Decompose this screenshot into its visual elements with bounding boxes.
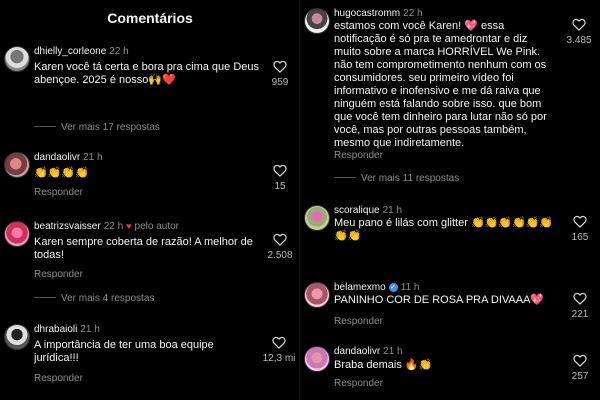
like-control: 15: [266, 164, 294, 192]
comment-text: estamos com você Karen! 💖 essa notificaç…: [334, 20, 547, 149]
comment-header: dandaolivr 21 h: [334, 346, 403, 357]
divider-line: [34, 297, 56, 298]
view-replies-link[interactable]: Ver mais 17 respostas: [34, 122, 160, 133]
comment-text: Meu pano é lilás com glitter 👏👏👏👏👏👏👏👏: [334, 217, 554, 242]
like-control: 3.485: [562, 18, 596, 46]
comments-title: Comentários: [107, 10, 193, 26]
comment-header: scoralique 21 h: [334, 205, 402, 216]
avatar[interactable]: [304, 346, 330, 372]
heart-outline-icon[interactable]: [573, 215, 587, 228]
comment-text: Karen sempre coberta de razão! A melhor …: [34, 236, 253, 261]
like-control: 221: [566, 292, 594, 320]
divider-line: [34, 126, 56, 127]
reply-button[interactable]: Responder: [334, 378, 383, 389]
heart-outline-icon[interactable]: [273, 233, 287, 246]
avatar[interactable]: [4, 152, 30, 178]
comment-time: 21 h: [83, 152, 103, 163]
like-count: 3.485: [566, 35, 592, 46]
view-replies-link[interactable]: Ver mais 11 respostas: [334, 173, 459, 184]
heart-outline-icon[interactable]: [273, 60, 287, 73]
like-count: 959: [271, 77, 289, 88]
comment-header: belamexmo ✓ 11 h: [334, 282, 419, 293]
like-control: 12,3 mi: [262, 336, 296, 364]
heart-filled-icon: ♥: [126, 221, 132, 231]
heart-outline-icon[interactable]: [573, 292, 587, 305]
like-count: 221: [571, 309, 589, 320]
reply-button[interactable]: Responder: [334, 150, 383, 161]
comment-time: 11 h: [400, 282, 420, 293]
author-liked-label: pelo autor: [134, 221, 179, 232]
avatar[interactable]: [4, 221, 30, 247]
like-count: 165: [571, 232, 589, 243]
avatar[interactable]: [304, 205, 330, 231]
comment-time: 21 h: [383, 346, 403, 357]
like-control: 257: [566, 354, 594, 382]
like-control: 165: [566, 215, 594, 243]
heart-outline-icon[interactable]: [572, 18, 586, 31]
reply-button[interactable]: Responder: [34, 373, 83, 384]
comment-username[interactable]: beatrizsvaisser: [34, 221, 101, 232]
heart-outline-icon[interactable]: [573, 354, 587, 367]
comment-username[interactable]: dandaolivr: [334, 346, 380, 357]
comment-header: hugocastromm 22 h: [334, 8, 423, 19]
like-count: 2.508: [267, 250, 293, 261]
comments-panel-left: Comentários dhielly_corleone 22 h Karen v…: [0, 0, 300, 400]
avatar[interactable]: [304, 282, 330, 308]
verified-badge-icon: ✓: [388, 283, 398, 292]
like-count: 257: [571, 371, 589, 382]
like-control: 959: [266, 60, 294, 88]
view-replies-link[interactable]: Ver mais 4 respostas: [34, 293, 154, 304]
comment-time: 21 h: [80, 324, 100, 335]
comment-time: 21 h: [382, 205, 403, 216]
comment-header: beatrizsvaisser 22 h ♥ pelo autor: [34, 221, 179, 232]
comment-text: PANINHO COR DE ROSA PRA DIVAAA💖: [334, 294, 545, 306]
reply-button[interactable]: Responder: [34, 269, 83, 280]
comment-header: dhielly_corleone 22 h: [34, 46, 129, 57]
avatar[interactable]: [304, 8, 330, 34]
comment-username[interactable]: dandaolivr: [34, 152, 80, 163]
heart-outline-icon[interactable]: [273, 164, 287, 177]
divider-line: [334, 177, 356, 178]
comment-time: 22 h: [403, 8, 423, 19]
like-control: 2.508: [266, 233, 294, 261]
avatar[interactable]: [4, 46, 30, 72]
comment-time: 22 h: [109, 46, 129, 57]
heart-outline-icon[interactable]: [272, 336, 286, 349]
comment-text: A importância de ter uma boa equipe jurí…: [34, 339, 214, 364]
comment-username[interactable]: dhrabaioli: [34, 324, 77, 335]
comment-username[interactable]: belamexmo: [334, 282, 386, 293]
like-count: 12,3 mi: [262, 353, 296, 364]
like-count: 15: [274, 181, 286, 192]
comment-header: dandaolivr 21 h: [34, 152, 103, 163]
comment-text: 👏👏👏👏: [34, 167, 89, 179]
comment-username[interactable]: dhielly_corleone: [34, 46, 106, 57]
comment-text: Karen você tá certa e bora pra cima que …: [34, 61, 260, 86]
avatar[interactable]: [4, 324, 30, 350]
comment-username[interactable]: hugocastromm: [334, 8, 400, 19]
comment-header: dhrabaioli 21 h: [34, 324, 100, 335]
reply-button[interactable]: Responder: [34, 187, 83, 198]
comments-panel-right: hugocastromm 22 h estamos com você Karen!…: [300, 0, 600, 400]
comment-username[interactable]: scoralique: [334, 205, 380, 216]
comment-text: Braba demais 🔥👏: [334, 359, 433, 371]
comment-time: 22 h: [103, 221, 124, 232]
reply-button[interactable]: Responder: [334, 316, 383, 327]
